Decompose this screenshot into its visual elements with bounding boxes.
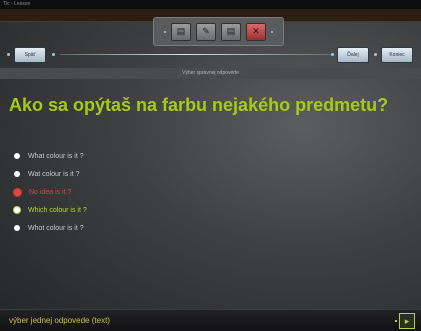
- radio-icon[interactable]: [14, 225, 20, 231]
- footer-dot: [395, 320, 397, 322]
- window-titlebar: Tlc - Lesson: [0, 0, 421, 9]
- nav-dot: [374, 53, 377, 56]
- navigation-row: Späť Ďalej Koniec: [0, 44, 421, 66]
- answer-option-4[interactable]: Which colour is it ?: [14, 201, 314, 219]
- correct-answer-icon[interactable]: [14, 207, 20, 213]
- answer-option-label: No idea is it ?: [29, 188, 72, 196]
- next-arrow-icon[interactable]: ▸: [399, 313, 415, 329]
- toolbar-dot: [271, 30, 273, 33]
- toolbar-dot: [164, 30, 166, 33]
- answer-option-1[interactable]: What colour is it ?: [14, 147, 314, 165]
- answer-option-label: Whot colour is it ?: [28, 224, 84, 232]
- radio-icon[interactable]: [14, 153, 20, 159]
- footer-bar: výber jednej odpovede (text) ▸: [0, 309, 421, 331]
- wrong-answer-icon[interactable]: [14, 188, 21, 196]
- page-icon[interactable]: ▤: [221, 22, 241, 41]
- toolbar: ▤ ✎ ▤ ✕: [153, 17, 284, 46]
- window-title: Tlc - Lesson: [3, 1, 31, 7]
- nav-dot: [331, 53, 334, 56]
- next-button[interactable]: Ďalej: [337, 47, 369, 63]
- book-icon[interactable]: ▤: [171, 22, 191, 41]
- answer-options: What colour is it ? Wat colour is it ? N…: [14, 147, 314, 237]
- answer-option-5[interactable]: Whot colour is it ?: [14, 219, 314, 237]
- answer-option-2[interactable]: Wat colour is it ?: [14, 165, 314, 183]
- end-button[interactable]: Koniec: [381, 47, 413, 63]
- answer-option-label: Wat colour is it ?: [28, 170, 80, 178]
- back-button[interactable]: Späť: [14, 47, 46, 63]
- lesson-app: Tlc - Lesson ▤ ✎ ▤ ✕ Späť Ďalej Koniec V…: [0, 0, 421, 331]
- progress-rail: [60, 54, 335, 55]
- radio-icon[interactable]: [14, 171, 20, 177]
- nav-dot: [7, 53, 10, 56]
- answer-option-label: What colour is it ?: [28, 152, 84, 160]
- close-icon[interactable]: ✕: [246, 22, 266, 41]
- edit-icon[interactable]: ✎: [196, 22, 216, 41]
- answer-option-3[interactable]: No idea is it ?: [14, 183, 314, 201]
- answer-option-label: Which colour is it ?: [28, 206, 87, 214]
- question-title: Ako sa opýtaš na farbu nejakého predmetu…: [9, 95, 389, 115]
- nav-dot: [52, 53, 55, 56]
- instruction-text: výber jednej odpovede (text): [9, 316, 110, 325]
- exercise-subtitle: Výber správnej odpovede: [0, 68, 421, 79]
